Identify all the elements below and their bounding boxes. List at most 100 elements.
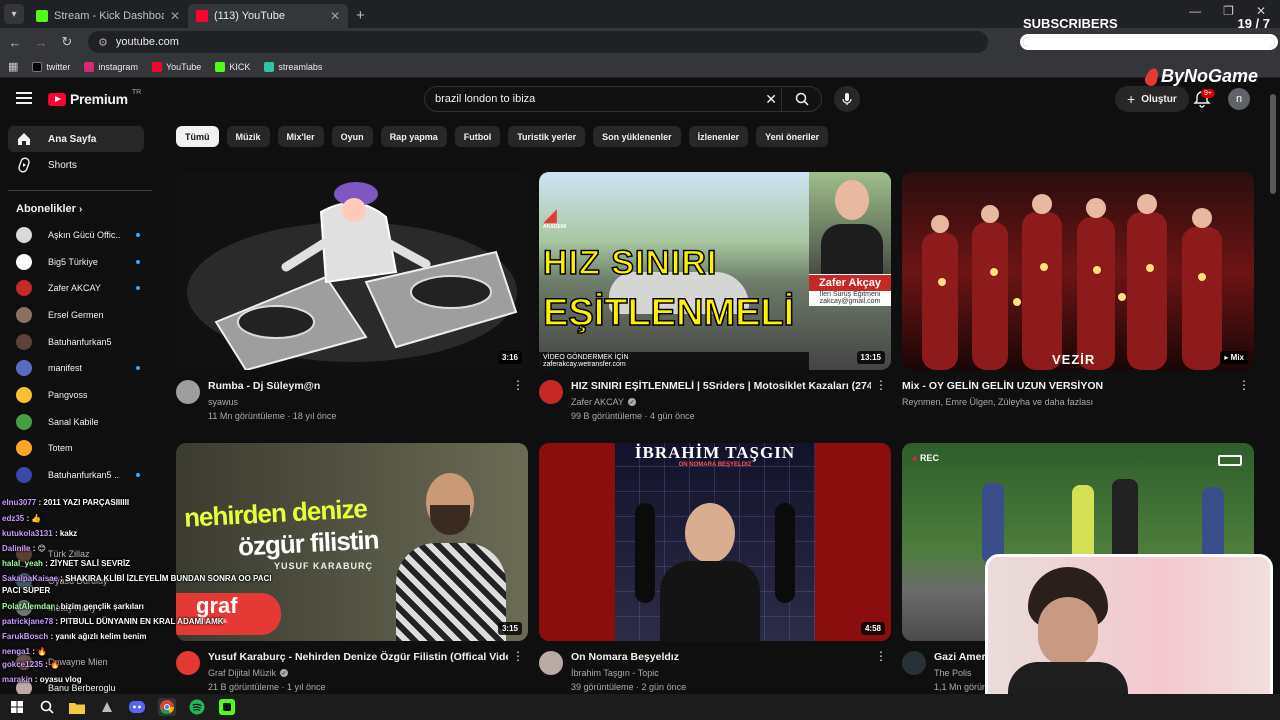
sidebar-item-shorts[interactable]: Shorts [8, 152, 144, 178]
bookmark-streamlabs[interactable]: streamlabs [264, 61, 322, 72]
search-input[interactable]: brazil london to ibiza [435, 93, 535, 105]
video-thumbnail[interactable]: 3:16 [176, 172, 528, 370]
more-options-icon[interactable]: ⋮ [875, 378, 887, 392]
site-info-icon[interactable]: ⚙ [98, 36, 108, 49]
instagram-icon [84, 61, 95, 72]
video-title[interactable]: Rumba - Dj Süleym@n [208, 380, 508, 392]
chip-football[interactable]: Futbol [454, 126, 501, 147]
channel-avatar[interactable] [539, 651, 563, 675]
bookmark-twitter[interactable]: twitter [32, 61, 70, 72]
video-thumbnail[interactable]: İBRAHİM TAŞGIN ON NOMARA BEŞYELDIZ 4:58 [539, 443, 891, 641]
streamlabs-icon [264, 61, 275, 72]
bookmark-instagram[interactable]: instagram [84, 61, 138, 72]
search-box[interactable]: brazil london to ibiza ✕ [424, 86, 822, 112]
youtube-logo[interactable]: Premium TR [48, 89, 141, 107]
channel-name[interactable]: Reynmen, Emre Ülgen, Züleyha ve daha faz… [902, 397, 1093, 407]
clear-search-icon[interactable]: ✕ [765, 91, 777, 108]
kick-app-icon[interactable] [218, 698, 236, 716]
reload-icon[interactable]: ↻ [56, 34, 78, 50]
channel-name[interactable]: The Polis [934, 668, 972, 678]
tab-search-icon[interactable]: ▾ [4, 4, 24, 24]
video-thumbnail[interactable]: VEZİR ▸ Mix [902, 172, 1254, 370]
channel-avatar [16, 360, 32, 376]
channel-avatar [16, 467, 32, 483]
thumb-stage [615, 443, 815, 641]
video-card[interactable]: İBRAHİM TAŞGIN ON NOMARA BEŞYELDIZ 4:58 … [539, 443, 891, 701]
search-icon[interactable] [38, 698, 56, 716]
close-icon[interactable]: ✕ [330, 9, 340, 23]
subscription-item[interactable]: Ersel Germen [16, 303, 140, 327]
channel-name[interactable]: İbrahim Taşgın - Topic [571, 668, 659, 678]
chip-tourist-places[interactable]: Turistik yerler [508, 126, 586, 147]
chip-recently-uploaded[interactable]: Son yüklenenler [593, 126, 681, 147]
omnibox[interactable]: ⚙ youtube.com [88, 31, 988, 53]
voice-search-button[interactable] [834, 86, 860, 112]
folder-icon[interactable] [68, 698, 86, 716]
bookmark-youtube[interactable]: YouTube [151, 61, 201, 72]
chip-rap[interactable]: Rap yapma [380, 126, 447, 147]
menu-icon[interactable] [16, 92, 32, 104]
account-avatar[interactable]: n [1228, 88, 1250, 110]
close-icon[interactable]: ✕ [170, 9, 180, 23]
chip-all[interactable]: Tümü [176, 126, 219, 147]
channel-avatar[interactable] [902, 651, 926, 675]
page-scrollbar[interactable] [1270, 94, 1276, 194]
discord-icon[interactable] [128, 698, 146, 716]
more-options-icon[interactable]: ⋮ [875, 649, 887, 663]
subscription-item[interactable]: Aşkın Gücü Offic... [16, 223, 140, 247]
thumb-headline-2: özgür filistin [237, 524, 380, 562]
create-button[interactable]: + Oluştur [1115, 86, 1189, 112]
subscription-item[interactable]: Totem [16, 436, 140, 460]
subscription-item[interactable]: Batuhanfurkan5 ... [16, 463, 140, 487]
verified-check-icon: ✓ [280, 669, 289, 677]
video-title[interactable]: Yusuf Karaburç - Nehirden Denize Özgür F… [208, 651, 508, 663]
video-card[interactable]: VEZİR ▸ Mix Mix - OY GELİN GELİN UZUN VE… [902, 172, 1254, 430]
video-title[interactable]: On Nomara Beşyeldız [571, 651, 871, 663]
battery-icon [1218, 455, 1242, 466]
back-icon[interactable]: ← [4, 35, 26, 50]
chip-gaming[interactable]: Oyun [331, 126, 373, 147]
chip-new-to-you[interactable]: Yeni öneriler [756, 126, 829, 147]
subscription-item[interactable]: Zafer AKCAY [16, 276, 140, 300]
subscription-item[interactable]: Batuhanfurkan5 [16, 330, 140, 354]
chat-user: SakalpaKaisae [2, 574, 59, 583]
filter-chips: Tümü Müzik Mix'ler Oyun Rap yapma Futbol… [176, 126, 829, 147]
forward-icon[interactable]: → [30, 35, 52, 50]
channel-avatar[interactable] [539, 380, 563, 404]
video-card[interactable]: ◢ AKADEMİ HIZ SINIRI EŞİTLENMELİ Zafer Ak… [539, 172, 891, 430]
bookmark-kick[interactable]: KICK [215, 61, 250, 72]
more-options-icon[interactable]: ⋮ [1238, 378, 1250, 392]
video-card[interactable]: 3:16 Rumba - Dj Süleym@n syawus 11 Mn gö… [176, 172, 528, 430]
subscription-item[interactable]: Pangvoss [16, 383, 140, 407]
tab-youtube[interactable]: (113) YouTube ✕ [188, 4, 348, 28]
channel-name[interactable]: syawus [208, 397, 238, 407]
subscription-item[interactable]: Big5 Türkiye [16, 250, 140, 274]
chat-text: : 👍 [26, 514, 42, 523]
subscription-item[interactable]: Sanal Kabile [16, 410, 140, 434]
search-button[interactable] [781, 87, 821, 111]
channel-name[interactable]: Zafer AKCAY ✓ [571, 397, 636, 407]
subscriptions-heading[interactable]: Abonelikler › [16, 203, 82, 215]
more-options-icon[interactable]: ⋮ [512, 649, 524, 663]
windows-icon[interactable] [8, 698, 26, 716]
chrome-icon[interactable] [158, 698, 176, 716]
video-thumbnail[interactable]: ◢ AKADEMİ HIZ SINIRI EŞİTLENMELİ Zafer Ak… [539, 172, 891, 370]
tab-kick-dashboard[interactable]: Stream - Kick Dashboard ✕ [28, 4, 188, 28]
video-title[interactable]: Mix - OY GELİN GELİN UZUN VERSİYON [902, 380, 1202, 392]
channel-avatar[interactable] [176, 380, 200, 404]
chip-music[interactable]: Müzik [226, 126, 270, 147]
chat-message: patrickjane78 : PITBULL DÜNYANIN EN KRAL… [2, 617, 224, 626]
thumb-footer-2: zaferakcay.wetransfer.com [543, 361, 626, 368]
app-icon[interactable] [98, 698, 116, 716]
sidebar-item-home[interactable]: Ana Sayfa [8, 126, 144, 152]
chip-mixes[interactable]: Mix'ler [277, 126, 324, 147]
bookmarks-bar: ▦ twitter instagram YouTube KICK streaml… [0, 56, 1280, 78]
apps-grid-icon[interactable]: ▦ [8, 60, 18, 73]
video-title[interactable]: HIZ SINIRI EŞİTLENMELİ | 5Sriders | Moto… [571, 380, 871, 392]
spotify-icon[interactable] [188, 698, 206, 716]
new-tab-icon[interactable]: + [348, 7, 373, 28]
chip-watched[interactable]: İzlenenler [688, 126, 749, 147]
more-options-icon[interactable]: ⋮ [512, 378, 524, 392]
subscription-item[interactable]: manifest [16, 356, 140, 380]
chat-user: halal_yeah [2, 559, 43, 568]
